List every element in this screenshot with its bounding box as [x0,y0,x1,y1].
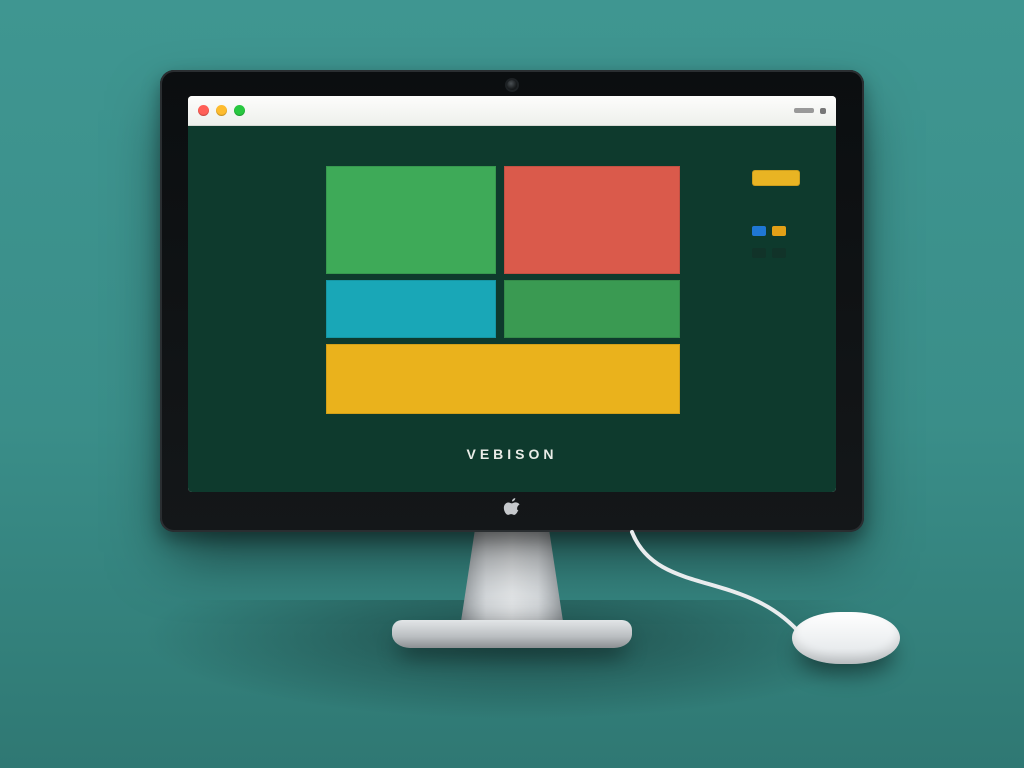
webcam-icon [507,80,517,90]
side-chip-gold[interactable] [752,170,800,186]
window-zoom-button[interactable] [234,105,245,116]
side-pill-amber[interactable] [772,226,786,236]
window-titlebar [188,96,836,126]
tile-green-top-left[interactable] [326,166,496,274]
toolbar-dot-icon [820,108,826,114]
toolbar-control-icon [794,108,814,113]
side-pill-row [752,226,786,236]
window-close-button[interactable] [198,105,209,116]
side-pill-row-2 [752,248,786,258]
monitor-stand-foot [392,620,632,648]
tile-cyan-mid-left[interactable] [326,280,496,338]
window-minimize-button[interactable] [216,105,227,116]
side-pill-dim-1 [752,248,766,258]
tile-yellow-bottom[interactable] [326,344,680,414]
screen: VEBISON [188,96,836,492]
app-caption: VEBISON [466,446,557,462]
mouse-device [792,612,900,664]
monitor-stand-neck [460,532,564,628]
tile-green-mid-right[interactable] [504,280,680,338]
side-widget-panel [752,170,800,258]
window-controls-right [794,108,826,114]
side-pill-blue[interactable] [752,226,766,236]
tile-red-top-right[interactable] [504,166,680,274]
side-pill-dim-2 [772,248,786,258]
window-traffic-lights [198,105,245,116]
apple-logo-icon [503,497,521,520]
monitor-bezel: VEBISON [160,70,864,532]
app-canvas: VEBISON [188,126,836,492]
